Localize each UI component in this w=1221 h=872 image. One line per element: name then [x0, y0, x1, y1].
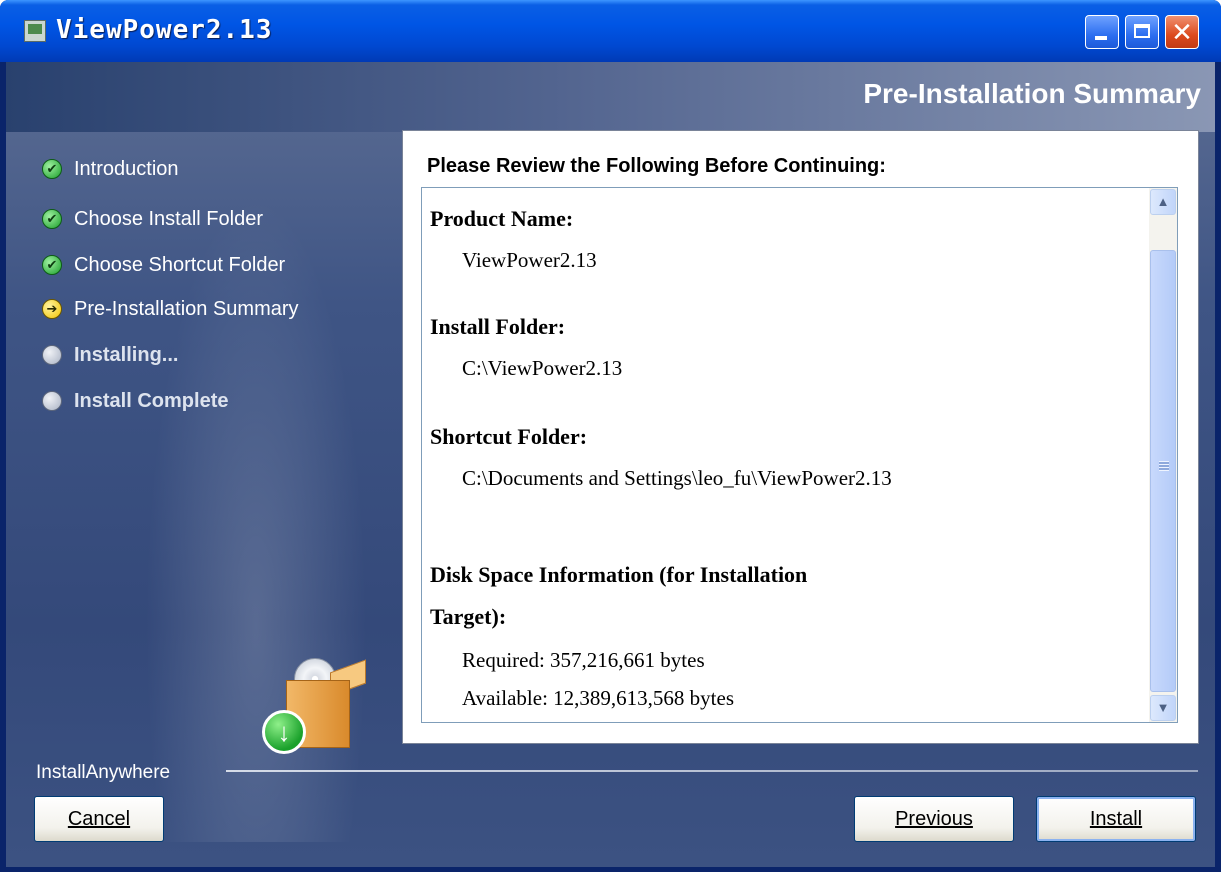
step-pre-installation-summary: ➔ Pre-Installation Summary — [42, 294, 299, 324]
title-bar[interactable]: ViewPower2.13 ✕ — [0, 0, 1221, 62]
footer-divider — [226, 770, 1198, 772]
scrollbar-thumb[interactable] — [1150, 250, 1176, 692]
install-folder-label: Install Folder: — [430, 314, 566, 339]
minimize-button[interactable] — [1085, 15, 1119, 49]
step-choose-shortcut-folder: ✔ Choose Shortcut Folder — [42, 250, 285, 280]
close-icon: ✕ — [1171, 17, 1193, 47]
check-icon: ✔ — [42, 159, 62, 179]
client-area: Pre-Installation Summary ✔ Introduction … — [6, 62, 1215, 867]
available-space-value: Available: 12,389,613,568 bytes — [462, 686, 734, 710]
page-title: Pre-Installation Summary — [863, 78, 1201, 109]
step-label: Introduction — [74, 157, 179, 180]
step-label: Choose Install Folder — [74, 207, 263, 230]
check-icon: ✔ — [42, 209, 62, 229]
maximize-button[interactable] — [1125, 15, 1159, 49]
pending-circle-icon — [42, 345, 62, 365]
chevron-up-icon: ▲ — [1156, 194, 1170, 209]
grip-icon — [1159, 461, 1169, 471]
step-installing: Installing... — [42, 340, 178, 370]
step-label: Installing... — [74, 343, 179, 366]
disk-space-label-continued: Target): — [430, 604, 507, 629]
shortcut-folder-value: C:\Documents and Settings\leo_fu\ViewPow… — [462, 466, 892, 490]
step-introduction: ✔ Introduction — [42, 154, 179, 184]
product-name-value: ViewPower2.13 — [462, 248, 597, 272]
step-install-complete: Install Complete — [42, 386, 228, 416]
summary-scroll-area[interactable]: Product Name: ViewPower2.13 Install Fold… — [421, 187, 1178, 723]
window-title: ViewPower2.13 — [56, 15, 273, 45]
disk-space-label: Disk Space Information (for Installation — [430, 562, 808, 587]
arrow-right-icon: ➔ — [42, 299, 62, 319]
close-button[interactable]: ✕ — [1165, 15, 1199, 49]
previous-button[interactable]: Previous — [854, 796, 1014, 842]
step-choose-install-folder: ✔ Choose Install Folder — [42, 204, 263, 234]
check-icon: ✔ — [42, 255, 62, 275]
download-arrow-icon: ↓ — [262, 710, 306, 754]
maximize-icon — [1134, 24, 1150, 38]
minimize-icon — [1095, 36, 1107, 40]
vertical-scrollbar[interactable]: ▲ ▼ — [1149, 188, 1177, 722]
brand-label: InstallAnywhere — [36, 762, 171, 783]
install-box-illustration: ↓ — [256, 640, 366, 760]
shortcut-folder-label: Shortcut Folder: — [430, 424, 588, 449]
required-space-value: Required: 357,216,661 bytes — [462, 648, 705, 672]
step-label: Choose Shortcut Folder — [74, 253, 286, 276]
scroll-up-button[interactable]: ▲ — [1150, 189, 1176, 215]
install-button[interactable]: Install — [1036, 796, 1196, 842]
app-icon — [24, 20, 46, 42]
install-folder-value: C:\ViewPower2.13 — [462, 356, 623, 380]
step-label: Pre-Installation Summary — [74, 297, 299, 320]
product-name-label: Product Name: — [430, 206, 574, 231]
chevron-down-icon: ▼ — [1156, 700, 1170, 715]
installer-window: ViewPower2.13 ✕ Pre-Installation Summary… — [0, 0, 1221, 872]
panel-heading: Please Review the Following Before Conti… — [427, 155, 886, 177]
pending-circle-icon — [42, 391, 62, 411]
scroll-down-button[interactable]: ▼ — [1150, 695, 1176, 721]
step-label: Install Complete — [74, 389, 229, 412]
summary-panel: Please Review the Following Before Conti… — [402, 130, 1199, 744]
cancel-button[interactable]: Cancel — [34, 796, 164, 842]
